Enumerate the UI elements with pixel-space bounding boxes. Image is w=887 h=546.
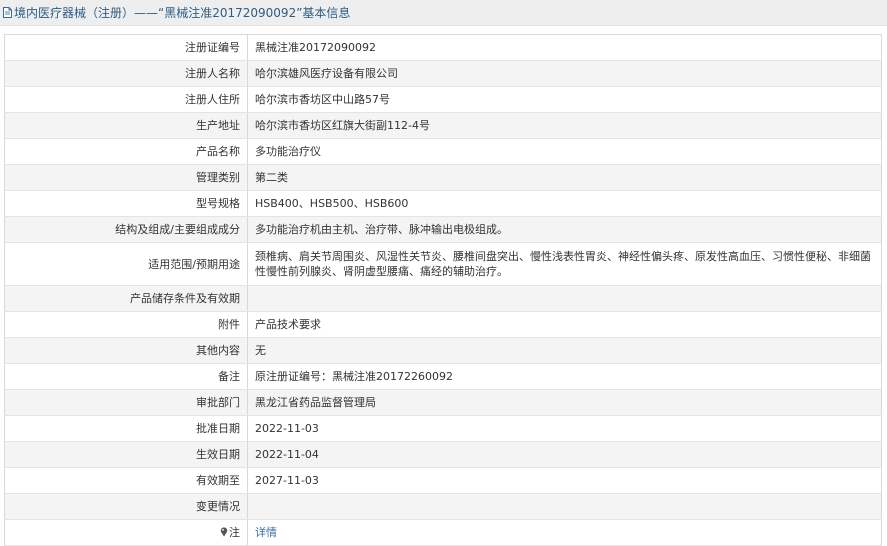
field-label: 其他内容	[4, 337, 248, 364]
page-header: 境内医疗器械（注册）——“黑械注准20172090092”基本信息	[0, 0, 887, 26]
field-value	[247, 493, 882, 520]
field-value: 原注册证编号：黑械注准20172260092	[247, 363, 882, 390]
field-value: 黑械注准20172090092	[247, 34, 882, 61]
field-value: 2022-11-03	[247, 415, 882, 442]
field-label: 型号规格	[4, 190, 248, 217]
field-value: 多功能治疗仪	[247, 138, 882, 165]
note-label-cell: 注	[4, 519, 248, 546]
field-value: 黑龙江省药品监督管理局	[247, 389, 882, 416]
note-label: 注	[229, 526, 240, 539]
page-title: 境内医疗器械（注册）——“黑械注准20172090092”基本信息	[14, 6, 351, 20]
details-link[interactable]: 详情	[255, 526, 277, 539]
field-label: 有效期至	[4, 467, 248, 494]
table-row: 产品储存条件及有效期	[4, 285, 882, 312]
field-label: 注册证编号	[4, 34, 248, 61]
field-value: 第二类	[247, 164, 882, 191]
field-value: 哈尔滨市香坊区中山路57号	[247, 86, 882, 113]
table-row: 结构及组成/主要组成成分 多功能治疗机由主机、治疗带、脉冲输出电极组成。	[4, 216, 882, 243]
table-row-note: 注 详情	[4, 519, 882, 546]
table-row: 适用范围/预期用途 颈椎病、肩关节周围炎、风湿性关节炎、腰椎间盘突出、慢性浅表性…	[4, 242, 882, 286]
table-row: 生产地址 哈尔滨市香坊区红旗大街副112-4号	[4, 112, 882, 139]
field-value: 产品技术要求	[247, 311, 882, 338]
field-value: 颈椎病、肩关节周围炎、风湿性关节炎、腰椎间盘突出、慢性浅表性胃炎、神经性偏头疼、…	[247, 242, 882, 286]
field-label: 备注	[4, 363, 248, 390]
field-label: 变更情况	[4, 493, 248, 520]
field-value: 哈尔滨市香坊区红旗大街副112-4号	[247, 112, 882, 139]
field-value	[247, 285, 882, 312]
note-value-cell: 详情	[247, 519, 882, 546]
field-value: HSB400、HSB500、HSB600	[247, 190, 882, 217]
field-label: 审批部门	[4, 389, 248, 416]
table-row: 附件 产品技术要求	[4, 311, 882, 338]
table-row: 变更情况	[4, 493, 882, 520]
field-label: 批准日期	[4, 415, 248, 442]
table-row: 生效日期 2022-11-04	[4, 441, 882, 468]
field-label: 结构及组成/主要组成成分	[4, 216, 248, 243]
table-row: 其他内容 无	[4, 337, 882, 364]
field-value: 2022-11-04	[247, 441, 882, 468]
field-label: 注册人名称	[4, 60, 248, 87]
table-row: 有效期至 2027-11-03	[4, 467, 882, 494]
field-label: 产品储存条件及有效期	[4, 285, 248, 312]
table-row: 备注 原注册证编号：黑械注准20172260092	[4, 363, 882, 390]
table-row: 产品名称 多功能治疗仪	[4, 138, 882, 165]
field-label: 附件	[4, 311, 248, 338]
field-label: 适用范围/预期用途	[4, 242, 248, 286]
field-label: 生效日期	[4, 441, 248, 468]
field-value: 无	[247, 337, 882, 364]
table-row: 审批部门 黑龙江省药品监督管理局	[4, 389, 882, 416]
table-row: 注册人名称 哈尔滨雄风医疗设备有限公司	[4, 60, 882, 87]
field-label: 注册人住所	[4, 86, 248, 113]
table-row: 注册证编号 黑械注准20172090092	[4, 34, 882, 61]
table-row: 注册人住所 哈尔滨市香坊区中山路57号	[4, 86, 882, 113]
table-row: 管理类别 第二类	[4, 164, 882, 191]
document-icon	[3, 7, 12, 18]
field-value: 2027-11-03	[247, 467, 882, 494]
field-label: 产品名称	[4, 138, 248, 165]
field-label: 管理类别	[4, 164, 248, 191]
table-row: 批准日期 2022-11-03	[4, 415, 882, 442]
field-value: 多功能治疗机由主机、治疗带、脉冲输出电极组成。	[247, 216, 882, 243]
pin-icon	[220, 527, 228, 537]
registration-info-table: 注册证编号 黑械注准20172090092 注册人名称 哈尔滨雄风医疗设备有限公…	[4, 34, 882, 546]
field-label: 生产地址	[4, 112, 248, 139]
field-value: 哈尔滨雄风医疗设备有限公司	[247, 60, 882, 87]
table-row: 型号规格 HSB400、HSB500、HSB600	[4, 190, 882, 217]
